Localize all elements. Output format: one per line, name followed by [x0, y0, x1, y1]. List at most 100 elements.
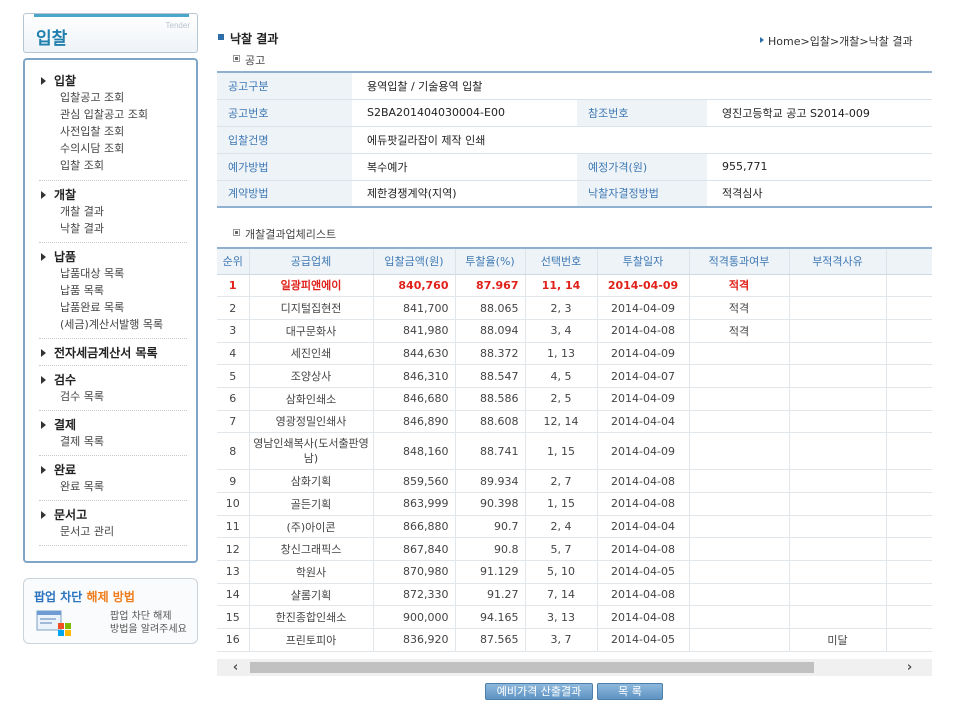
cell-date: 2014-04-09 [597, 387, 690, 411]
sidebar-item-delivery-done[interactable]: 납품완료 목록 [39, 299, 183, 316]
results-label: 개찰결과업체리스트 [245, 228, 337, 241]
menu-section-inspection: 검수 검수 목록 [39, 372, 183, 405]
table-row[interactable]: 13 학원사 870,980 91.129 5, 10 2014-04-05 [217, 560, 932, 584]
cell-date: 2014-04-04 [597, 410, 690, 434]
menu-head-e-invoice[interactable]: 전자세금계산서 목록 [39, 345, 183, 361]
cell-pass [689, 628, 790, 652]
table-row[interactable]: 9 삼화기획 859,560 89.934 2, 7 2014-04-08 [217, 469, 932, 493]
reserve-price-result-button[interactable]: 예비가격 산출결과 [485, 683, 593, 700]
triangle-right-icon [41, 466, 46, 474]
cell-rank: 5 [217, 364, 250, 388]
cell-reason [789, 432, 887, 471]
cell-numbers: 3, 4 [525, 319, 598, 343]
menu-head-complete[interactable]: 완료 [39, 462, 183, 478]
table-row[interactable]: 12 창신그래픽스 867,840 90.8 5, 7 2014-04-08 [217, 537, 932, 562]
cell-extra [886, 560, 932, 584]
scrollbar-thumb[interactable] [250, 662, 814, 673]
cell-pass [689, 432, 790, 471]
triangle-right-icon [41, 511, 46, 519]
menu-head-inspection[interactable]: 검수 [39, 372, 183, 388]
triangle-right-icon [41, 376, 46, 384]
table-row[interactable]: 5 조양상사 846,310 88.547 4, 5 2014-04-07 [217, 364, 932, 388]
cell-numbers: 1, 15 [525, 432, 598, 471]
results-scroll-area[interactable]: 순위 공급업체 입찰금액(원) 투찰율(%) 선택번호 투찰일자 적격통과여부 … [217, 247, 932, 659]
menu-head-payment[interactable]: 결제 [39, 417, 183, 433]
table-row[interactable]: 3 대구문화사 841,980 88.094 3, 4 2014-04-08 적격 [217, 319, 932, 343]
sidebar-item-opening-result[interactable]: 개찰 결과 [39, 203, 183, 220]
cell-rate: 89.934 [455, 469, 526, 493]
menu-head-opening[interactable]: 개찰 [39, 187, 183, 203]
chevron-left-icon[interactable]: ‹ [227, 659, 244, 676]
cell-numbers: 5, 7 [525, 537, 598, 562]
table-row[interactable]: 6 삼화인쇄소 846,680 88.586 2, 5 2014-04-09 [217, 387, 932, 411]
popup-help-card[interactable]: 팝업 차단 해제 방법 팝업 차단 해제 방법을 알려주세요 [23, 578, 198, 644]
menu-head-bid[interactable]: 입찰 [39, 73, 183, 89]
table-row[interactable]: 1 일광피앤에이 840,760 87.967 11, 14 2014-04-09 적격 [217, 274, 932, 298]
info-row: 계약방법 제한경쟁계약(지역) 낙찰자결정방법 적격심사 [217, 180, 932, 208]
table-row[interactable]: 15 한진종합인쇄소 900,000 94.165 3, 13 2014-04-08 [217, 605, 932, 630]
list-button[interactable]: 목 록 [597, 683, 663, 700]
sidebar-item-interest-notice[interactable]: 관심 입찰공고 조회 [39, 106, 183, 123]
col-header-amount: 입찰금액(원) [373, 248, 456, 275]
cell-reason [789, 410, 887, 434]
info-value: 용역입찰 / 기술용역 입찰 [352, 72, 932, 100]
info-row: 예가방법 복수예가 예정가격(원) 955,771 [217, 153, 932, 181]
menu-head-label: 납품 [54, 250, 77, 264]
sidebar-item-delivery-target[interactable]: 납품대상 목록 [39, 265, 183, 282]
sidebar-item-award-result[interactable]: 낙찰 결과 [39, 220, 183, 237]
sidebar-item-negotiation[interactable]: 수의시담 조회 [39, 140, 183, 157]
info-value: 제한경쟁계약(지역) [352, 180, 577, 208]
sidebar-item-archive-manage[interactable]: 문서고 관리 [39, 523, 183, 540]
cell-extra [886, 274, 932, 298]
cell-numbers: 1, 13 [525, 342, 598, 366]
cell-numbers: 2, 4 [525, 515, 598, 539]
table-row[interactable]: 8 영남인쇄복사(도서출판영남) 848,160 88.741 1, 15 2014-04… [217, 432, 932, 471]
cell-date: 2014-04-05 [597, 560, 690, 584]
menu-head-archive[interactable]: 문서고 [39, 507, 183, 523]
page-title: 낙찰 결과 [230, 32, 279, 46]
cell-date: 2014-04-09 [597, 342, 690, 366]
cell-numbers: 4, 5 [525, 364, 598, 388]
cell-rate: 88.372 [455, 342, 526, 366]
info-value: 955,771 [707, 153, 932, 181]
info-value: 적격심사 [707, 180, 932, 208]
sidebar-item-pre-bid[interactable]: 사전입찰 조회 [39, 123, 183, 140]
table-row[interactable]: 14 샬롬기획 872,330 91.27 7, 14 2014-04-08 [217, 583, 932, 607]
table-row[interactable]: 16 프린토피아 836,920 87.565 3, 7 2014-04-05 미달 [217, 628, 932, 652]
cell-rate: 87.565 [455, 628, 526, 652]
table-row[interactable]: 7 영광정밀인쇄사 846,890 88.608 12, 14 2014-04-04 [217, 410, 932, 434]
cell-vendor: 창신그래픽스 [249, 537, 374, 562]
table-row[interactable]: 2 디지털집현전 841,700 88.065 2, 3 2014-04-09 적격 [217, 296, 932, 320]
cell-amount: 836,920 [373, 628, 456, 652]
sidebar-item-bid-view[interactable]: 입찰 조회 [39, 157, 183, 174]
triangle-right-icon [41, 421, 46, 429]
sidebar-item-complete-list[interactable]: 완료 목록 [39, 478, 183, 495]
table-row[interactable]: 10 골든기획 863,999 90.398 1, 15 2014-04-08 [217, 492, 932, 516]
table-row[interactable]: 11 (주)아이콘 866,880 90.7 2, 4 2014-04-04 [217, 515, 932, 539]
sidebar-item-bid-notice[interactable]: 입찰공고 조회 [39, 89, 183, 106]
sidebar-item-invoice-issue[interactable]: (세금)계산서발행 목록 [39, 316, 183, 333]
menu-section-complete: 완료 완료 목록 [39, 462, 183, 495]
cell-extra [886, 432, 932, 471]
table-row[interactable]: 4 세진인쇄 844,630 88.372 1, 13 2014-04-09 [217, 342, 932, 366]
menu-head-delivery[interactable]: 납품 [39, 249, 183, 265]
horizontal-scrollbar[interactable]: ‹ › [217, 659, 932, 676]
sidebar-item-inspection-list[interactable]: 검수 목록 [39, 388, 183, 405]
triangle-right-icon [41, 349, 46, 357]
menu-divider [39, 500, 187, 501]
cell-rank: 14 [217, 583, 250, 607]
cell-pass [689, 387, 790, 411]
info-label: 낙찰자결정방법 [577, 180, 707, 208]
cell-extra [886, 492, 932, 516]
col-header-pass: 적격통과여부 [689, 248, 790, 275]
sidebar-item-payment-list[interactable]: 결제 목록 [39, 433, 183, 450]
cell-rank: 3 [217, 319, 250, 343]
chevron-right-icon[interactable]: › [901, 659, 918, 676]
cell-date: 2014-04-07 [597, 364, 690, 388]
sidebar-menu: 입찰 입찰공고 조회 관심 입찰공고 조회 사전입찰 조회 수의시담 조회 입찰… [23, 58, 198, 563]
sidebar-item-delivery-list[interactable]: 납품 목록 [39, 282, 183, 299]
cell-reason [789, 492, 887, 516]
list-bullet-icon [233, 229, 240, 236]
breadcrumb: Home>입찰>개찰>낙찰 결과 [768, 35, 913, 48]
cell-pass [689, 410, 790, 434]
